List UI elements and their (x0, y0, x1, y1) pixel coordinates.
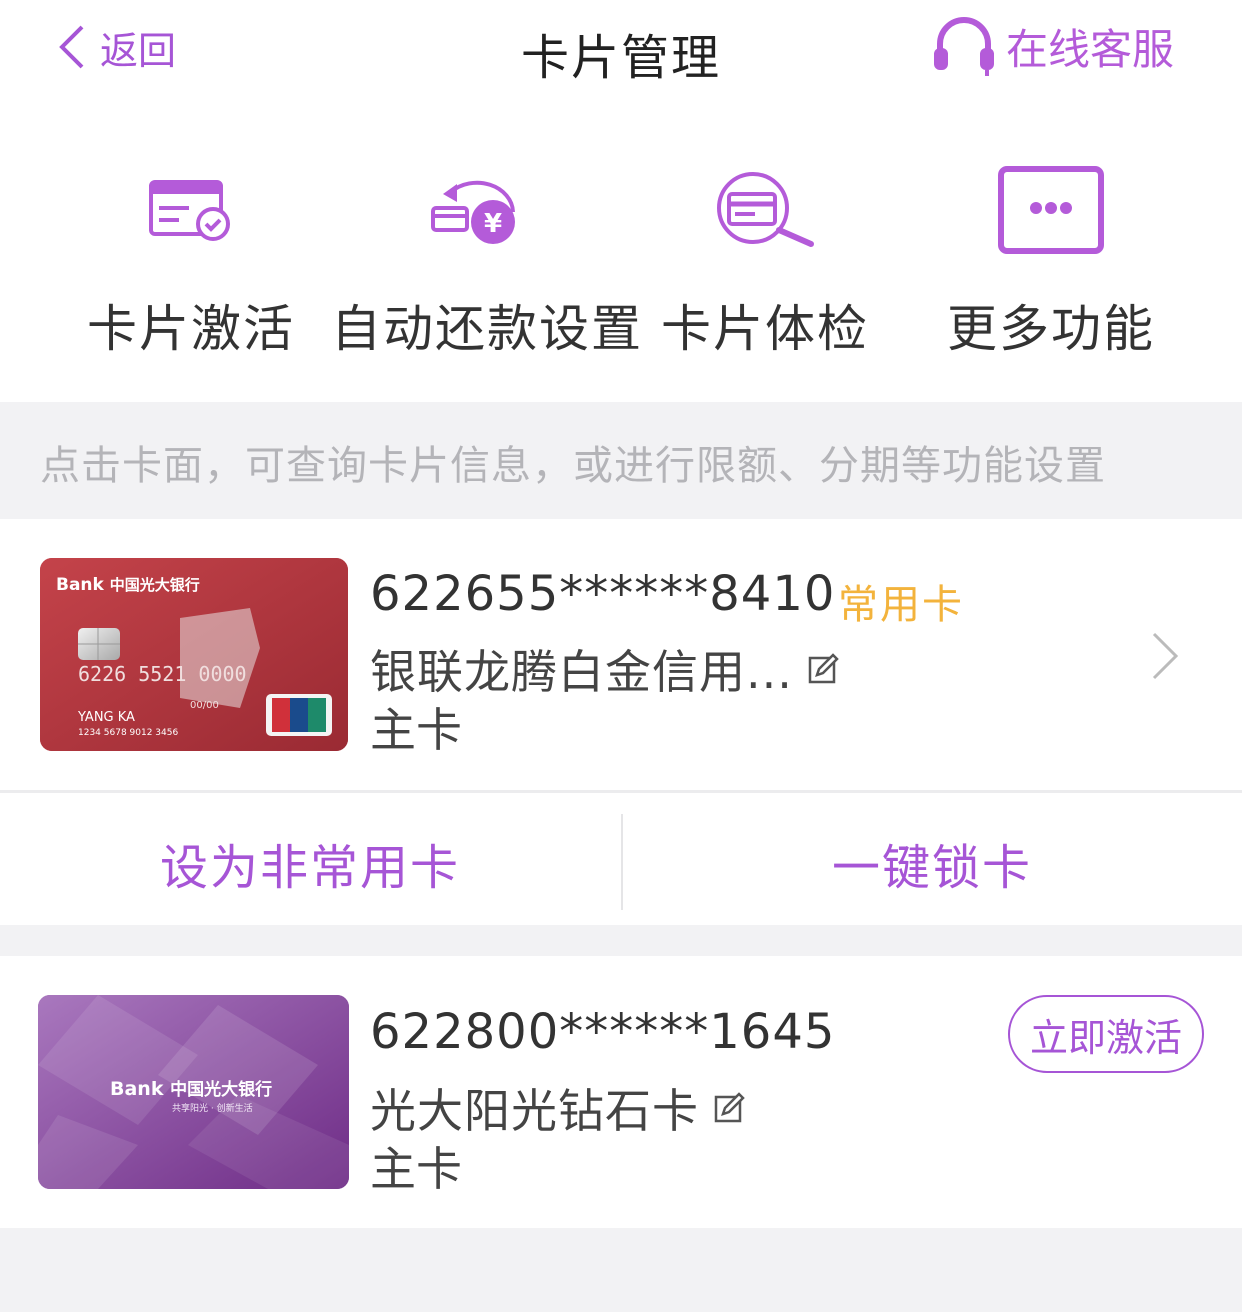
card-type: 主卡 (370, 703, 462, 757)
card-name: 光大阳光钻石卡 (370, 1084, 699, 1138)
card-face-2[interactable]: Bank 中国光大银行 共享阳光 · 创新生活 (38, 995, 349, 1189)
card-brand: Bank 中国光大银行 (110, 1078, 273, 1100)
edit-icon[interactable] (713, 1092, 745, 1124)
card-brand: Bank 中国光大银行 (56, 575, 200, 595)
card-face-number: 6226 5521 0000 (78, 662, 247, 686)
card-face-holder: YANG KA (78, 710, 135, 725)
shortcut-auto-repay[interactable]: ¥ 自动还款设置 (331, 155, 643, 375)
headset-icon (934, 17, 994, 76)
svg-text:¥: ¥ (484, 209, 502, 239)
shortcut-label: 自动还款设置 (331, 300, 643, 358)
chevron-right-icon[interactable] (1150, 630, 1180, 682)
shortcut-label: 卡片体检 (661, 300, 869, 358)
card-name-row: 光大阳光钻石卡 (370, 1075, 745, 1141)
divider (0, 790, 1242, 793)
auto-repay-icon: ¥ (431, 180, 515, 244)
shortcut-more-functions[interactable]: 更多功能 (906, 155, 1196, 375)
edit-icon[interactable] (807, 653, 839, 685)
card-face-expiry: 00/00 (190, 700, 219, 711)
card-name: 银联龙腾白金信用... (370, 645, 793, 699)
card-activate-icon (149, 180, 230, 241)
card-face-small-number: 1234 5678 9012 3456 (78, 728, 179, 738)
shortcut-label: 更多功能 (947, 300, 1155, 358)
card-face-1[interactable]: Bank 中国光大银行 6226 5521 0000 00/00 YANG KA… (40, 558, 348, 751)
hint-text: 点击卡面，可查询卡片信息，或进行限额、分期等功能设置 (40, 443, 1106, 489)
online-service-label: 在线客服 (1006, 24, 1175, 74)
card-number: 622655******8410 (370, 566, 836, 622)
online-service-button[interactable]: 在线客服 (932, 14, 1174, 78)
set-non-common-card-button[interactable]: 设为非常用卡 (0, 828, 620, 898)
shortcut-card-check[interactable]: 卡片体检 (620, 155, 910, 375)
card-slogan: 共享阳光 · 创新生活 (172, 1104, 253, 1114)
one-click-lock-card-button[interactable]: 一键锁卡 (622, 828, 1242, 898)
more-functions-icon (998, 166, 1104, 254)
activate-now-button[interactable]: 立即激活 (1008, 995, 1204, 1073)
card-check-icon (717, 172, 814, 247)
card-number: 622800******1645 (370, 1004, 836, 1060)
shortcut-label: 卡片激活 (87, 300, 295, 358)
shortcut-card-activate[interactable]: 卡片激活 (46, 155, 336, 375)
common-card-tag: 常用卡 (838, 582, 964, 628)
card-name-row: 银联龙腾白金信用... (370, 636, 839, 702)
card-type: 主卡 (370, 1142, 462, 1196)
